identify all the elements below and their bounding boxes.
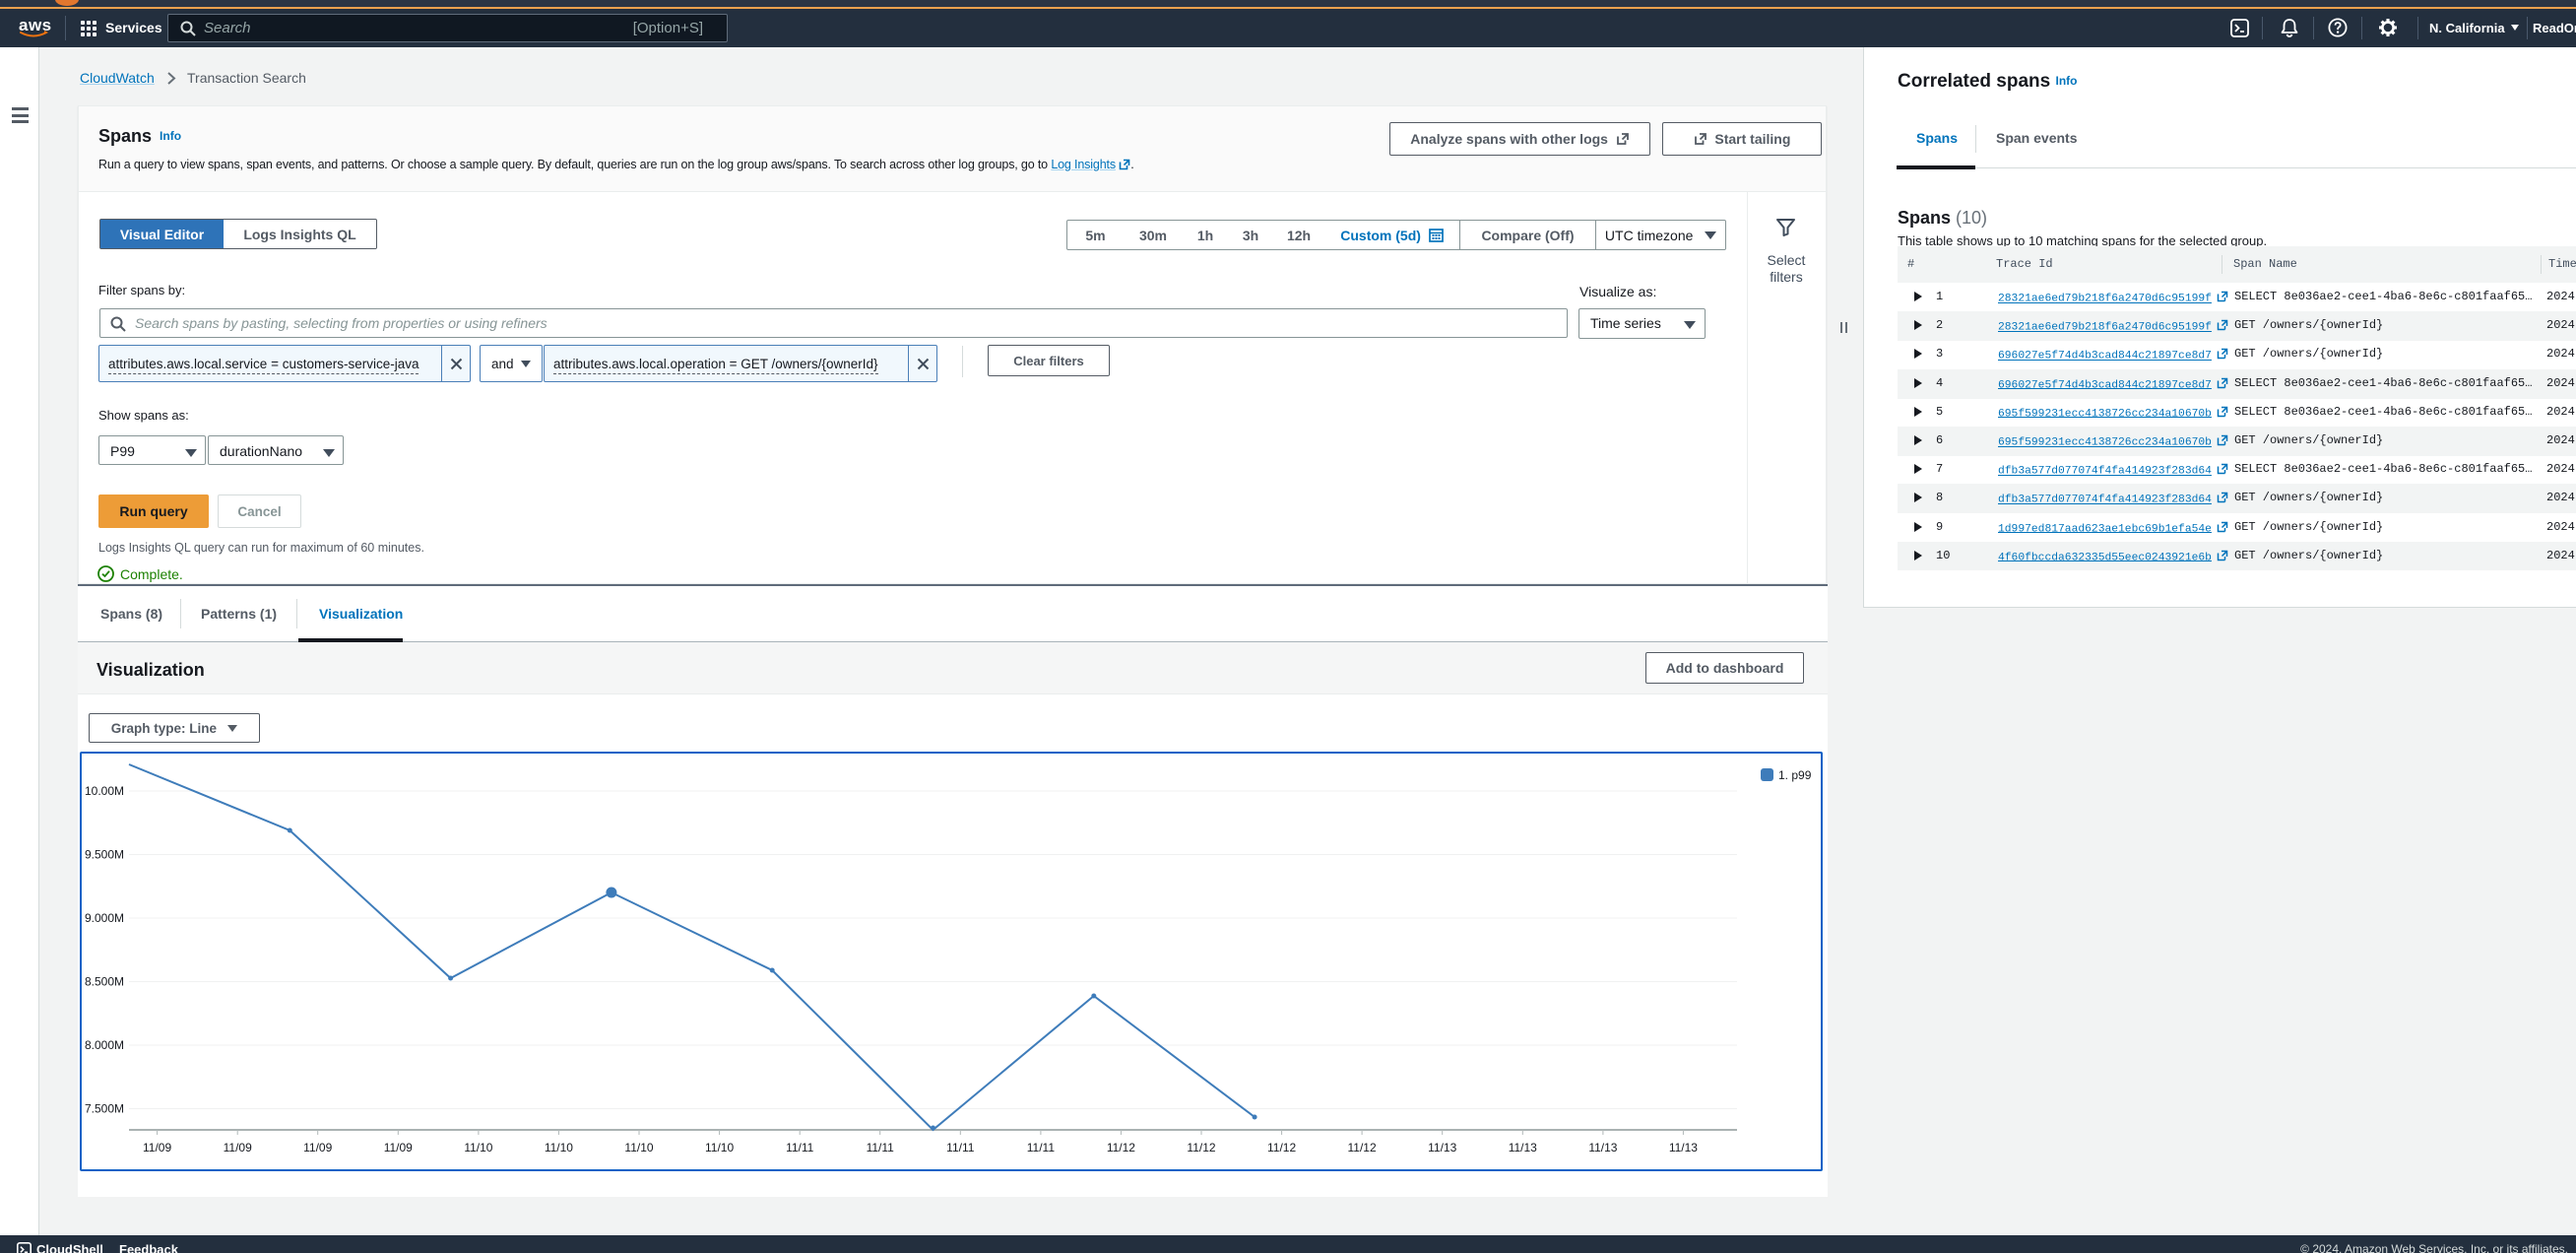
svg-text:11/12: 11/12 [1267,1141,1296,1154]
svg-text:11/13: 11/13 [1428,1141,1456,1154]
svg-text:1. p99: 1. p99 [1778,768,1812,782]
svg-text:11/10: 11/10 [464,1141,492,1154]
svg-text:11/12: 11/12 [1348,1141,1377,1154]
svg-text:8.500M: 8.500M [85,975,124,989]
svg-text:11/10: 11/10 [624,1141,653,1154]
svg-text:11/09: 11/09 [143,1141,171,1154]
svg-text:11/10: 11/10 [545,1141,573,1154]
svg-text:11/09: 11/09 [303,1141,332,1154]
svg-text:11/13: 11/13 [1588,1141,1617,1154]
svg-text:11/09: 11/09 [224,1141,252,1154]
svg-text:11/11: 11/11 [1027,1141,1056,1154]
svg-text:9.000M: 9.000M [85,911,124,925]
svg-text:10.00M: 10.00M [85,784,124,798]
svg-text:11/11: 11/11 [786,1141,814,1154]
svg-text:11/13: 11/13 [1509,1141,1537,1154]
svg-text:7.500M: 7.500M [85,1102,124,1116]
svg-text:11/09: 11/09 [384,1141,413,1154]
svg-text:11/12: 11/12 [1187,1141,1215,1154]
svg-text:9.500M: 9.500M [85,848,124,862]
svg-text:8.000M: 8.000M [85,1038,124,1052]
svg-text:11/10: 11/10 [705,1141,734,1154]
svg-text:11/11: 11/11 [867,1141,895,1154]
svg-text:11/12: 11/12 [1107,1141,1135,1154]
svg-text:11/11: 11/11 [946,1141,975,1154]
svg-text:11/13: 11/13 [1669,1141,1698,1154]
